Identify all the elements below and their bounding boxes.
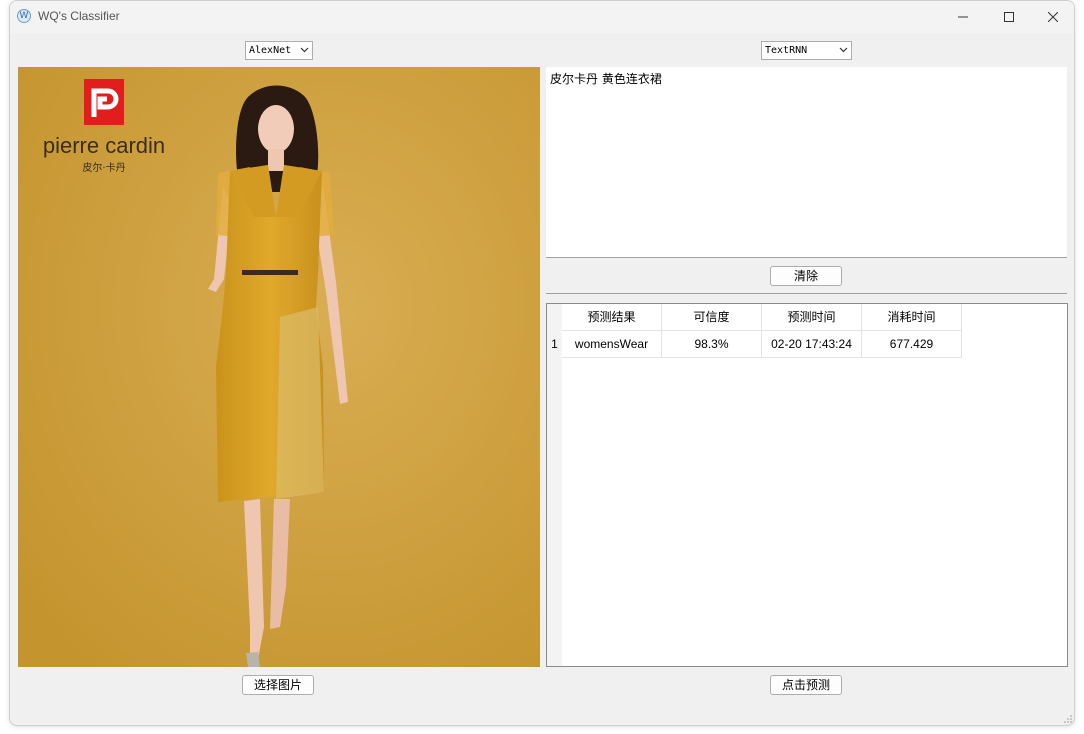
maximize-icon bbox=[1004, 12, 1014, 22]
minimize-icon bbox=[958, 16, 968, 18]
app-logo-icon: W bbox=[17, 9, 31, 23]
column-header-predict-time[interactable]: 预测时间 bbox=[762, 304, 862, 331]
results-table[interactable]: 预测结果 可信度 预测时间 消耗时间 1 womensWear 98.3% 02… bbox=[546, 303, 1068, 667]
row-header-gutter bbox=[547, 304, 562, 666]
brand-name: pierre cardin bbox=[43, 133, 165, 158]
table-cell-confidence[interactable]: 98.3% bbox=[662, 331, 762, 358]
clear-button[interactable]: 清除 bbox=[770, 266, 842, 286]
column-header-confidence[interactable]: 可信度 bbox=[662, 304, 762, 331]
app-window: W WQ's Classifier AlexNet TextRNN pierre… bbox=[9, 0, 1075, 726]
text-input[interactable]: 皮尔卡丹 黄色连衣裙 bbox=[546, 67, 1067, 258]
title-bar[interactable]: W WQ's Classifier bbox=[10, 1, 1074, 33]
image-model-select[interactable]: AlexNet bbox=[245, 41, 313, 60]
maximize-button[interactable] bbox=[986, 1, 1032, 33]
table-cell-predict-time[interactable]: 02-20 17:43:24 bbox=[762, 331, 862, 358]
brand-sub: 皮尔·卡丹 bbox=[82, 161, 125, 174]
text-model-select-value: TextRNN bbox=[765, 45, 808, 56]
image-model-select-value: AlexNet bbox=[249, 45, 292, 56]
minimize-button[interactable] bbox=[940, 1, 986, 33]
image-preview: pierre cardin 皮尔·卡丹 bbox=[18, 67, 540, 667]
window-title: WQ's Classifier bbox=[38, 9, 120, 23]
table-cell-elapsed[interactable]: 677.429 bbox=[862, 331, 962, 358]
column-header-elapsed[interactable]: 消耗时间 bbox=[862, 304, 962, 331]
divider bbox=[546, 293, 1067, 294]
table-cell-result[interactable]: womensWear bbox=[562, 331, 662, 358]
text-model-select[interactable]: TextRNN bbox=[761, 41, 852, 60]
column-header-result[interactable]: 预测结果 bbox=[562, 304, 662, 331]
product-photo: pierre cardin 皮尔·卡丹 bbox=[18, 67, 540, 667]
chevron-down-icon bbox=[839, 47, 848, 53]
row-number[interactable]: 1 bbox=[547, 331, 562, 358]
close-icon bbox=[1048, 12, 1058, 22]
select-image-button[interactable]: 选择图片 bbox=[242, 675, 314, 695]
chevron-down-icon bbox=[300, 47, 309, 53]
resize-grip-icon[interactable] bbox=[1064, 715, 1072, 723]
close-button[interactable] bbox=[1030, 1, 1074, 33]
predict-button[interactable]: 点击预测 bbox=[770, 675, 842, 695]
